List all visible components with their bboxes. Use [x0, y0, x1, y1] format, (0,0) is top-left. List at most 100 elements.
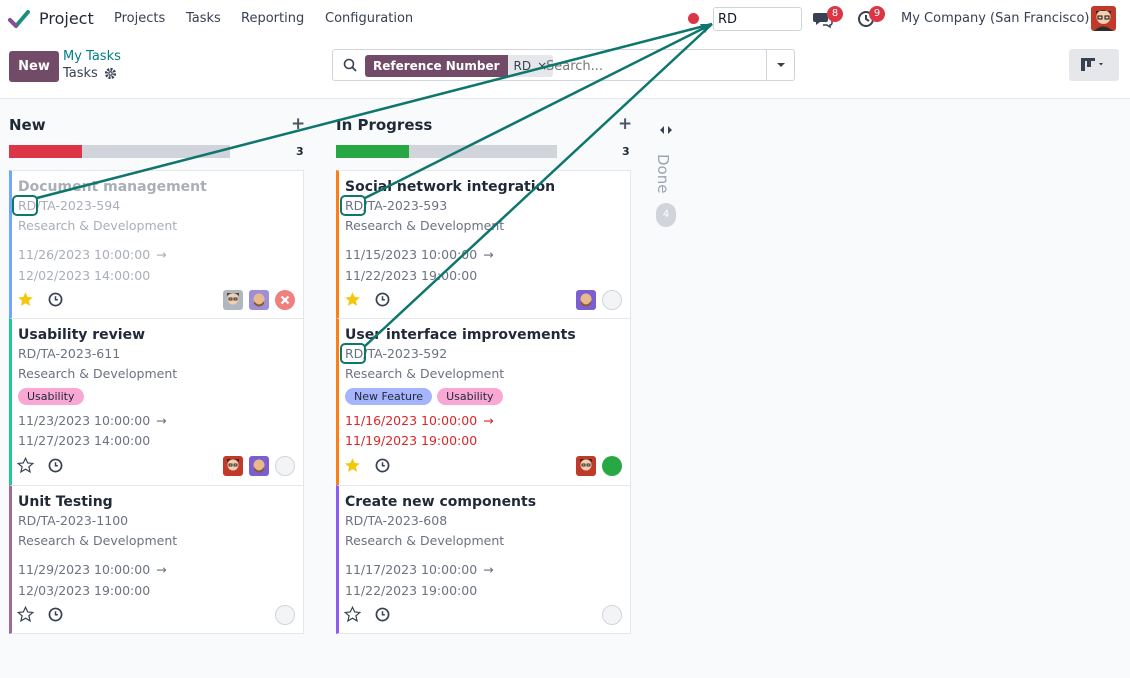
new-button[interactable]: New [9, 51, 59, 82]
activity-clock-icon[interactable] [375, 607, 390, 622]
user-avatar[interactable] [1091, 6, 1116, 31]
task-date-end: 11/22/2023 19:00:00 [345, 268, 478, 283]
task-date-start: 11/29/2023 10:00:00 → [18, 562, 167, 577]
facet-label: Reference Number [365, 55, 508, 77]
normal-state-icon[interactable] [275, 605, 295, 625]
progress-fill-new [9, 145, 82, 158]
control-panel: New My Tasks Tasks Reference Number RD × [0, 38, 1130, 99]
avatar[interactable] [249, 290, 269, 310]
task-date-start: 11/16/2023 10:00:00 → [345, 413, 494, 428]
reference-input[interactable] [713, 7, 802, 31]
avatar[interactable] [223, 456, 243, 476]
progress-bar-in-progress[interactable] [336, 145, 557, 158]
activity-clock-icon[interactable] [375, 458, 390, 473]
task-title: Unit Testing [18, 494, 113, 510]
star-filled-icon[interactable] [344, 457, 361, 474]
activity-clock-icon[interactable] [375, 292, 390, 307]
task-date-end: 11/27/2023 14:00:00 [18, 433, 151, 448]
company-switcher[interactable]: My Company (San Francisco) [901, 11, 1089, 26]
task-tags: Usability [18, 388, 84, 405]
column-title-in-progress: In Progress [336, 116, 433, 134]
search-bar: Reference Number RD × [332, 49, 795, 81]
task-card-create-new-components[interactable]: Create new components RD/TA-2023-608 Res… [336, 485, 631, 634]
activity-clock-icon[interactable] [48, 458, 63, 473]
task-project: Research & Development [18, 218, 178, 233]
task-card-unit-testing[interactable]: Unit Testing RD/TA-2023-1100 Research & … [9, 485, 304, 634]
normal-state-icon[interactable] [275, 456, 295, 476]
star-filled-icon[interactable] [17, 291, 34, 308]
task-title: Social network integration [345, 179, 556, 195]
gear-icon[interactable] [104, 67, 117, 80]
task-project: Research & Development [345, 366, 505, 381]
task-card-user-interface-improvements[interactable]: User interface improvements RD/TA-2023-5… [336, 318, 631, 486]
progress-bar-new[interactable] [9, 145, 230, 158]
avatar[interactable] [249, 456, 269, 476]
search-icon [343, 58, 357, 72]
add-task-new-icon[interactable]: + [291, 114, 305, 134]
star-filled-icon[interactable] [344, 291, 361, 308]
task-reference: RD/TA-2023-1100 [18, 513, 129, 528]
activity-badge: 9 [869, 6, 885, 22]
task-date-end: 11/22/2023 19:00:00 [345, 583, 478, 598]
task-date-start: 11/17/2023 10:00:00 → [345, 562, 494, 577]
caret-down-icon [777, 63, 785, 67]
task-project: Research & Development [345, 533, 505, 548]
task-reference: RD/TA-2023-594 [18, 198, 121, 213]
search-input[interactable] [546, 55, 756, 77]
menu-tasks[interactable]: Tasks [186, 11, 221, 26]
star-outline-icon[interactable] [344, 606, 361, 623]
task-title: User interface improvements [345, 327, 576, 343]
normal-state-icon[interactable] [602, 605, 622, 625]
task-reference: RD/TA-2023-593 [345, 198, 448, 213]
task-card-usability-review[interactable]: Usability review RD/TA-2023-611 Research… [9, 318, 304, 486]
star-outline-icon[interactable] [17, 606, 34, 623]
task-title: Usability review [18, 327, 146, 343]
recording-indicator [688, 13, 699, 24]
progress-fill-in-progress [336, 145, 409, 158]
task-date-start: 11/23/2023 10:00:00 → [18, 413, 167, 428]
app-name[interactable]: Project [39, 9, 94, 28]
task-date-start: 11/26/2023 10:00:00 → [18, 247, 167, 262]
activity-clock-icon[interactable] [48, 292, 63, 307]
project-app-icon[interactable] [8, 8, 30, 30]
blocked-state-icon[interactable] [275, 290, 295, 310]
task-date-end: 12/03/2023 19:00:00 [18, 583, 151, 598]
task-date-end: 11/19/2023 19:00:00 [345, 433, 478, 448]
search-options-toggle[interactable] [766, 50, 794, 80]
task-title: Document management [18, 179, 207, 195]
search-facet: Reference Number RD × [365, 55, 554, 77]
top-navbar: Project Projects Tasks Reporting Configu… [0, 0, 1130, 38]
folded-column-count-done: 4 [656, 203, 676, 227]
task-project: Research & Development [18, 366, 178, 381]
task-card-document-management[interactable]: Document management RD/TA-2023-594 Resea… [9, 170, 304, 319]
tag-new-feature[interactable]: New Feature [345, 388, 433, 405]
tag-usability[interactable]: Usability [437, 388, 503, 405]
task-reference: RD/TA-2023-611 [18, 346, 121, 361]
folded-column-title-done[interactable]: Done [654, 154, 672, 193]
star-outline-icon[interactable] [17, 457, 34, 474]
expand-column-icon[interactable] [659, 124, 673, 136]
view-switcher-button[interactable] [1069, 49, 1119, 81]
avatar[interactable] [223, 290, 243, 310]
kanban-view-icon [1081, 58, 1103, 71]
normal-state-icon[interactable] [602, 290, 622, 310]
menu-projects[interactable]: Projects [114, 11, 165, 26]
tag-usability[interactable]: Usability [18, 388, 84, 405]
column-count-new: 3 [296, 145, 304, 158]
task-reference: RD/TA-2023-592 [345, 346, 448, 361]
done-state-icon[interactable] [602, 456, 622, 476]
task-card-social-network-integration[interactable]: Social network integration RD/TA-2023-59… [336, 170, 631, 319]
breadcrumb-current: Tasks [63, 66, 98, 81]
avatar[interactable] [576, 456, 596, 476]
breadcrumb-my-tasks[interactable]: My Tasks [63, 49, 121, 64]
add-task-in-progress-icon[interactable]: + [618, 114, 632, 134]
task-project: Research & Development [18, 533, 178, 548]
messages-badge: 8 [827, 6, 843, 22]
menu-reporting[interactable]: Reporting [241, 11, 304, 26]
activity-clock-icon[interactable] [48, 607, 63, 622]
task-tags: New Feature Usability [345, 388, 503, 405]
menu-configuration[interactable]: Configuration [325, 11, 413, 26]
avatar[interactable] [576, 290, 596, 310]
facet-value: RD [507, 55, 538, 77]
column-title-new: New [9, 116, 46, 134]
